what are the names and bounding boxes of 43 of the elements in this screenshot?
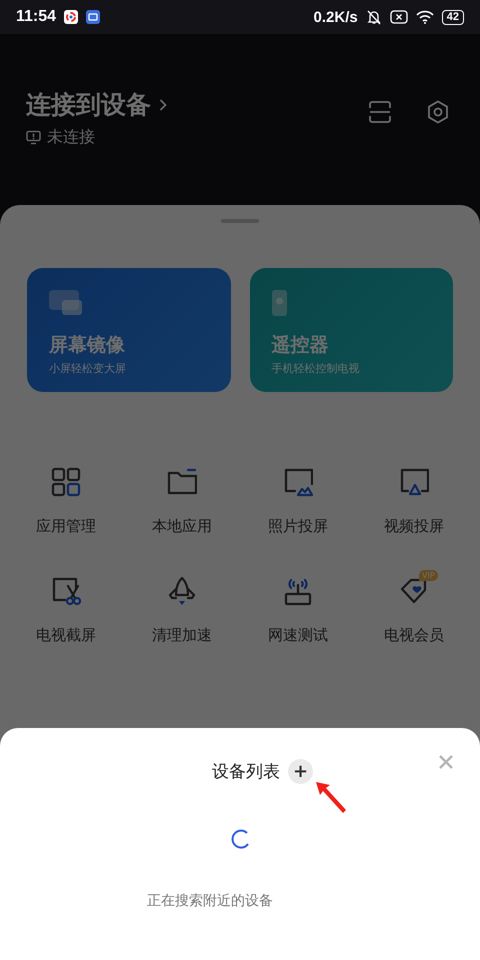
- loading-spinner-icon: [229, 828, 251, 850]
- scan-icon: [368, 100, 392, 124]
- monitor-alert-icon: [26, 130, 41, 145]
- cast-screen-icon: [399, 467, 429, 497]
- card-title: 遥控器: [272, 333, 330, 358]
- connection-status: 未连接: [47, 127, 95, 148]
- image-screen-icon: [283, 467, 313, 497]
- tool-label[interactable]: 视频投屏: [384, 517, 444, 536]
- remote-card[interactable]: 遥控器 手机轻松控制电视: [250, 268, 453, 392]
- card-subtitle: 手机轻松控制电视: [272, 361, 360, 376]
- mirror-card[interactable]: 屏幕镜像 小屏轻松变大屏: [27, 268, 230, 392]
- chevron-right-icon: [159, 98, 167, 112]
- tool-label[interactable]: 本地应用: [152, 517, 212, 536]
- battery-indicator: 42: [442, 10, 464, 24]
- settings-icon: [426, 100, 450, 124]
- annotation-arrow: [314, 780, 348, 814]
- close-icon: [438, 754, 454, 770]
- connect-title-link[interactable]: 连接到设备: [26, 88, 151, 121]
- wifi-icon: [416, 10, 434, 24]
- folder-icon: [167, 467, 197, 497]
- app-icon: [86, 10, 100, 24]
- add-device-button[interactable]: +: [288, 759, 313, 784]
- sim-icon: [390, 10, 408, 24]
- tool-label[interactable]: 应用管理: [36, 517, 96, 536]
- rocket-icon: [167, 576, 197, 606]
- bell-muted-icon: [366, 9, 382, 25]
- clock-time: 11:54: [16, 8, 56, 26]
- tool-label[interactable]: 照片投屏: [268, 517, 328, 536]
- tool-label[interactable]: 清理加速: [152, 626, 212, 645]
- vip-badge: VIP: [419, 570, 438, 581]
- dialog-title: 设备列表: [212, 761, 280, 783]
- app-icon: [64, 10, 78, 24]
- network-speed: 0.2K/s: [314, 8, 358, 26]
- tool-label[interactable]: 电视截屏: [36, 626, 96, 645]
- router-icon: [283, 576, 313, 606]
- card-subtitle: 小屏轻松变大屏: [49, 361, 127, 376]
- tag-heart-icon: [399, 576, 429, 606]
- tool-label[interactable]: 网速测试: [268, 626, 328, 645]
- apps-grid-icon: [51, 467, 81, 497]
- card-title: 屏幕镜像: [49, 333, 126, 358]
- tool-label[interactable]: 电视会员: [384, 626, 444, 645]
- searching-message: 正在搜索附近的设备: [147, 892, 273, 910]
- scissors-screen-icon: [51, 576, 81, 606]
